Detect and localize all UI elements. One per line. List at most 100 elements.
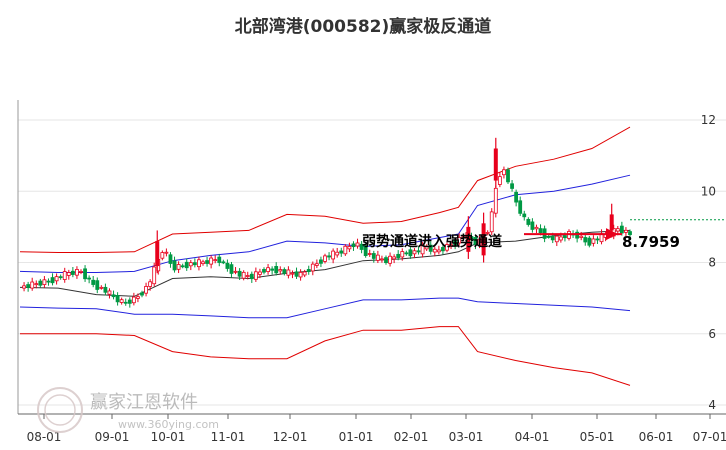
candle-body	[144, 286, 148, 294]
candle-body	[75, 269, 79, 276]
candle-body	[111, 294, 116, 298]
candle-body	[400, 251, 405, 258]
candle-body	[282, 269, 287, 274]
candle-body	[123, 301, 128, 304]
candle-body	[493, 187, 498, 214]
candle-body	[538, 228, 543, 234]
candle-body	[197, 259, 201, 268]
candle-body	[34, 283, 39, 286]
candle-body	[50, 277, 55, 284]
candle-body	[408, 249, 413, 257]
candle-body	[591, 238, 596, 244]
candle-body	[99, 286, 104, 289]
candle-body	[278, 269, 283, 272]
candle-body	[575, 231, 580, 239]
candle-body	[225, 262, 230, 269]
spike-candle-body	[155, 241, 160, 267]
candle-body	[436, 249, 441, 253]
candle-body	[563, 235, 567, 239]
channel-annotation: 弱势通道进入强势通道	[362, 233, 502, 250]
candle-body	[258, 271, 262, 275]
candle-body	[522, 213, 527, 218]
x-tick-label: 07-01	[693, 430, 726, 444]
candle-body	[266, 267, 270, 272]
candle-body	[184, 261, 189, 269]
candle-body	[249, 273, 254, 280]
candle-body	[164, 251, 169, 254]
candle-body	[245, 275, 250, 277]
candle-body	[66, 272, 71, 276]
candle-body	[241, 271, 246, 279]
candle-body	[497, 176, 502, 185]
candle-body	[58, 276, 63, 279]
candle-body	[310, 263, 315, 272]
candle-body	[530, 221, 535, 230]
candle-body	[119, 299, 124, 303]
candle-body	[526, 218, 531, 225]
candle-body	[396, 253, 401, 258]
candle-body	[290, 272, 295, 275]
x-tick-label: 01-01	[339, 430, 374, 444]
candle-body	[148, 281, 153, 287]
candle-body	[502, 169, 506, 176]
x-tick-label: 05-01	[580, 430, 615, 444]
candle-body	[22, 285, 26, 289]
candle-body	[91, 279, 96, 285]
candle-body	[489, 211, 494, 233]
spike-candle-body	[493, 148, 498, 181]
candle-body	[70, 270, 75, 275]
candle-body	[253, 271, 258, 280]
candle-body	[213, 259, 218, 262]
channel-chart: 北部湾港(000582)赢家极反通道 1210864 08-01 09-01 10-…	[0, 0, 726, 450]
candle-body	[534, 226, 539, 230]
candle-body	[392, 256, 397, 260]
x-tick-label: 02-01	[394, 430, 429, 444]
candle-body	[323, 255, 327, 262]
candle-body	[583, 237, 588, 243]
y-tick-label: 4	[708, 398, 716, 412]
candle-body	[38, 280, 43, 286]
candle-body	[587, 237, 592, 246]
x-tick-label: 11-01	[211, 430, 246, 444]
candle-body	[510, 183, 514, 189]
candle-body	[168, 254, 173, 264]
candle-body	[294, 271, 299, 277]
candle-body	[140, 292, 144, 296]
candle-body	[615, 228, 620, 232]
candle-body	[209, 257, 214, 265]
candle-body	[229, 264, 234, 274]
last-price-label: 8.7959	[622, 233, 680, 251]
candle-body	[30, 281, 35, 289]
candle-body	[107, 290, 112, 295]
watermark-name: 赢家江恩软件	[90, 391, 198, 413]
candle-body	[83, 268, 87, 280]
candle-body	[514, 191, 519, 203]
candle-body	[176, 264, 181, 270]
candle-body	[152, 266, 157, 285]
candle-body	[380, 258, 384, 261]
watermark-url: www.360ying.com	[118, 418, 219, 431]
candle-body	[172, 260, 177, 271]
candle-body	[302, 271, 307, 276]
candle-body	[46, 280, 51, 283]
candle-body	[54, 276, 59, 282]
candle-body	[221, 261, 226, 264]
candle-body	[319, 259, 323, 264]
candle-body	[160, 252, 165, 259]
y-tick-label: 10	[701, 184, 716, 198]
candle-body	[404, 252, 409, 255]
candle-body	[579, 235, 584, 238]
candle-body	[335, 251, 340, 256]
candle-body	[327, 255, 331, 258]
spike-candle-body	[609, 214, 614, 231]
candle-body	[192, 262, 197, 266]
candle-body	[62, 271, 67, 280]
candle-body	[550, 236, 555, 241]
candle-body	[412, 250, 417, 255]
candle-body	[375, 254, 380, 261]
candle-body	[205, 260, 209, 264]
candle-body	[79, 271, 83, 273]
candle-body	[506, 169, 510, 183]
candle-body	[274, 266, 279, 274]
chart-title: 北部湾港(000582)赢家极反通道	[235, 16, 492, 37]
